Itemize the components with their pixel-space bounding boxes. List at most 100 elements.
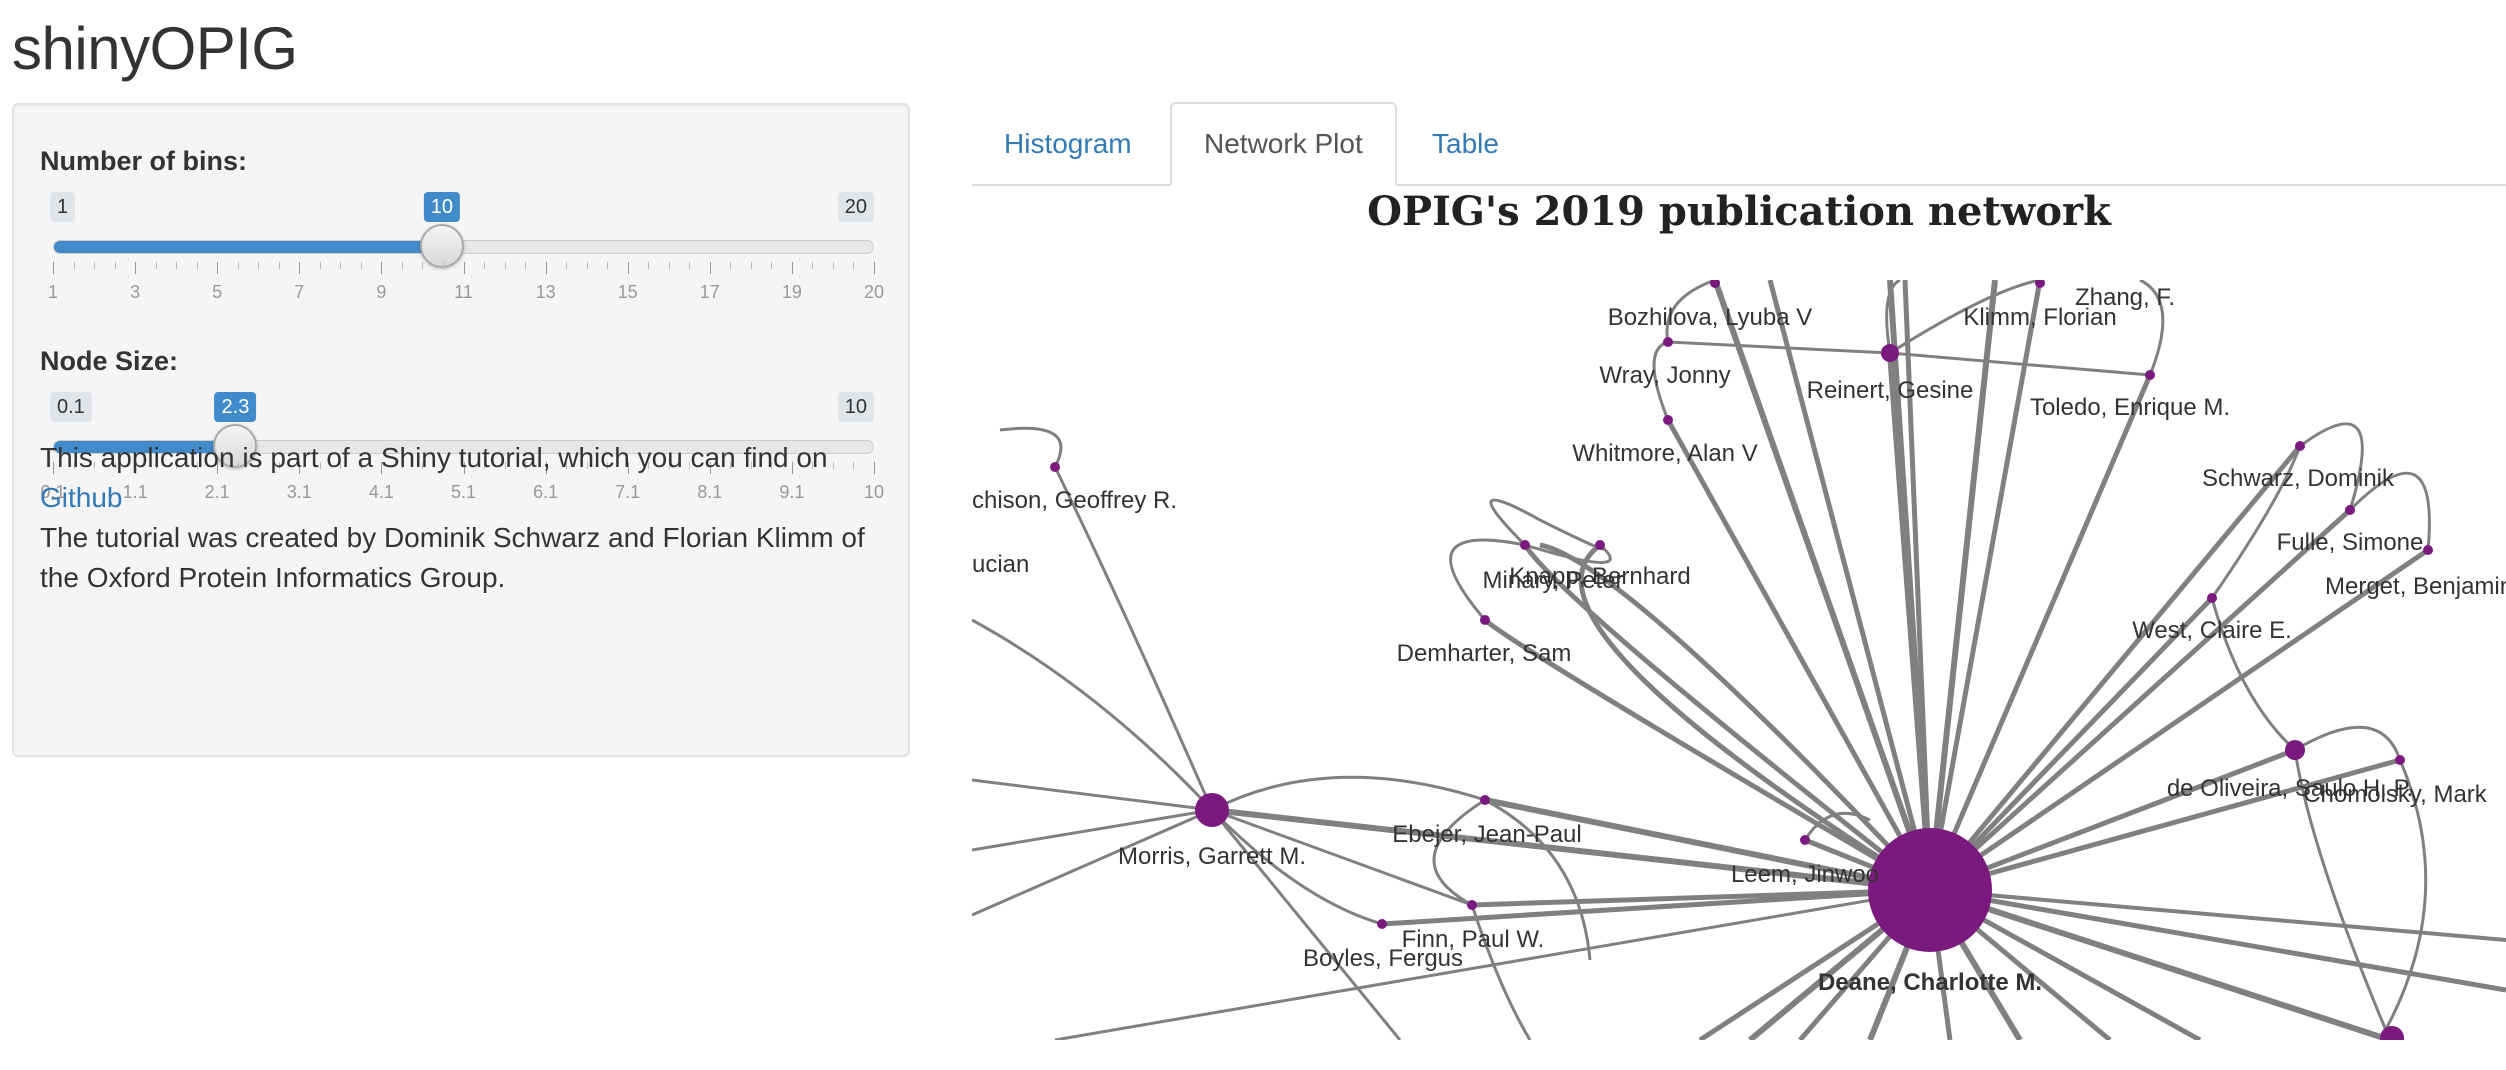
label-klimm: Klimm, Florian xyxy=(1963,304,2116,331)
tab-bar: Histogram Network Plot Table xyxy=(972,102,2506,186)
slider-minor-tick xyxy=(401,262,403,269)
slider-minor-tick xyxy=(525,262,527,269)
tab-histogram[interactable]: Histogram xyxy=(972,102,1164,186)
label-whitmore: Whitmore, Alan V xyxy=(1572,440,1757,467)
slider-minor-tick xyxy=(340,262,342,269)
node-size-label: Node Size: xyxy=(40,346,179,376)
slider-tick-label: 11 xyxy=(454,282,473,302)
label-boyles: Boyles, Fergus xyxy=(1303,945,1463,972)
slider-minor-tick xyxy=(832,262,834,269)
slider-minor-tick xyxy=(73,262,75,269)
slider-minor-tick xyxy=(566,262,568,269)
label-hutchison: chison, Geoffrey R. xyxy=(972,487,1177,514)
node-leem xyxy=(1800,835,1810,845)
label-wray: Wray, Jonny xyxy=(1599,362,1730,389)
slider-tick xyxy=(791,262,793,274)
slider-tick-label: 7 xyxy=(294,282,305,302)
slider-minor-tick xyxy=(484,262,486,269)
slider-minor-tick xyxy=(648,262,650,269)
slider-minor-tick xyxy=(155,262,157,269)
network-plot: Bozhilova, Lyuba V Zhang, F. Klimm, Flor… xyxy=(972,280,2506,1040)
node-hutchison xyxy=(1050,462,1060,472)
slider-tick-label: 1 xyxy=(47,282,59,302)
node-finn xyxy=(1467,900,1477,910)
slider-tick xyxy=(217,262,219,274)
slider-minor-tick xyxy=(750,262,752,269)
node-west xyxy=(2207,593,2217,603)
slider-minor-tick xyxy=(812,262,814,269)
slider-minor-tick xyxy=(319,262,321,269)
slider-tick xyxy=(709,262,711,274)
bins-slider[interactable]: 1 20 10 1 3 5 7 9 11 13 15 17 19 20 xyxy=(40,192,884,312)
slider-tick-label: 20 xyxy=(863,282,885,302)
slider-minor-tick xyxy=(689,262,691,269)
node-chomsky xyxy=(2395,755,2405,765)
node-minary xyxy=(1520,540,1530,550)
slider-minor-tick xyxy=(176,262,178,269)
node-demharter xyxy=(1480,615,1490,625)
slider-minor-tick xyxy=(586,262,588,269)
node-whitmore xyxy=(1663,415,1673,425)
node-morris xyxy=(1195,793,1229,827)
about-line-2: The tutorial was created by Dominik Schw… xyxy=(40,522,865,593)
node-deane xyxy=(1868,828,1992,952)
app-title: shinyOPIG xyxy=(12,15,298,82)
tab-table[interactable]: Table xyxy=(1400,102,1531,186)
label-bozhilova: Bozhilova, Lyuba V xyxy=(1608,304,1813,331)
slider-minor-tick xyxy=(730,262,732,269)
slider-minor-tick xyxy=(258,262,260,269)
node-boyles xyxy=(1377,919,1387,929)
network-edges xyxy=(972,280,2506,1040)
bins-min-label: 1 xyxy=(50,192,76,222)
node-size-value-label: 2.3 xyxy=(214,392,257,422)
slider-minor-tick xyxy=(237,262,239,269)
label-west: West, Claire E. xyxy=(2132,617,2292,644)
label-knapp: Knapp, Bernhard xyxy=(1509,563,1690,590)
node-merget xyxy=(2423,545,2433,555)
slider-minor-tick xyxy=(771,262,773,269)
label-leem: Leem, Jinwoo xyxy=(1731,861,1879,888)
about-line-1: This application is part of a Shiny tuto… xyxy=(40,442,828,473)
bins-label: Number of bins: xyxy=(40,146,247,176)
label-merget: Merget, Benjamin xyxy=(2325,573,2506,600)
github-link[interactable]: Github xyxy=(40,482,123,513)
node-bozhilova xyxy=(1663,337,1673,347)
label-toledo: Toledo, Enrique M. xyxy=(2030,394,2230,421)
slider-tick-label: 13 xyxy=(535,282,556,302)
label-schwarz: Schwarz, Dominik xyxy=(2202,465,2395,492)
slider-tick-label: 9 xyxy=(376,282,387,302)
slider-minor-tick xyxy=(853,262,855,269)
label-reinert: Reinert, Gesine xyxy=(1807,377,1974,404)
label-fulle: Fulle, Simone xyxy=(2277,529,2424,556)
slider-minor-tick xyxy=(114,262,116,269)
slider-minor-tick xyxy=(422,262,424,269)
bins-fill xyxy=(54,241,443,253)
label-chomsky: Chomolsky, Mark xyxy=(2303,781,2488,808)
tab-network-plot[interactable]: Network Plot xyxy=(1170,102,1397,186)
slider-tick-label: 3 xyxy=(130,282,141,302)
slider-minor-tick xyxy=(360,262,362,269)
slider-minor-tick xyxy=(94,262,96,269)
about-text: This application is part of a Shiny tuto… xyxy=(40,438,880,598)
plot-title: OPIG's 2019 publication network xyxy=(1367,188,2111,235)
slider-tick-label: 19 xyxy=(781,282,802,302)
node-schwarz xyxy=(2295,441,2305,451)
slider-tick-label: 15 xyxy=(617,282,638,302)
slider-tick-label: 17 xyxy=(699,282,720,302)
node-ebejer xyxy=(1480,795,1490,805)
node-toledo xyxy=(2145,370,2155,380)
node-reinert xyxy=(1881,344,1899,362)
slider-minor-tick xyxy=(504,262,506,269)
slider-minor-tick xyxy=(668,262,670,269)
label-morris: Morris, Garrett M. xyxy=(1118,843,1306,870)
node-fulle xyxy=(2345,505,2355,515)
bins-max-label: 20 xyxy=(837,192,874,222)
slider-tick xyxy=(381,262,383,274)
slider-minor-tick xyxy=(607,262,609,269)
label-lucian: ucian xyxy=(972,551,1029,578)
bins-value-label: 10 xyxy=(423,192,461,222)
slider-tick-label: 5 xyxy=(212,282,223,302)
label-demharter: Demharter, Sam xyxy=(1397,640,1572,667)
slider-tick xyxy=(53,262,54,274)
slider-minor-tick xyxy=(442,262,444,269)
